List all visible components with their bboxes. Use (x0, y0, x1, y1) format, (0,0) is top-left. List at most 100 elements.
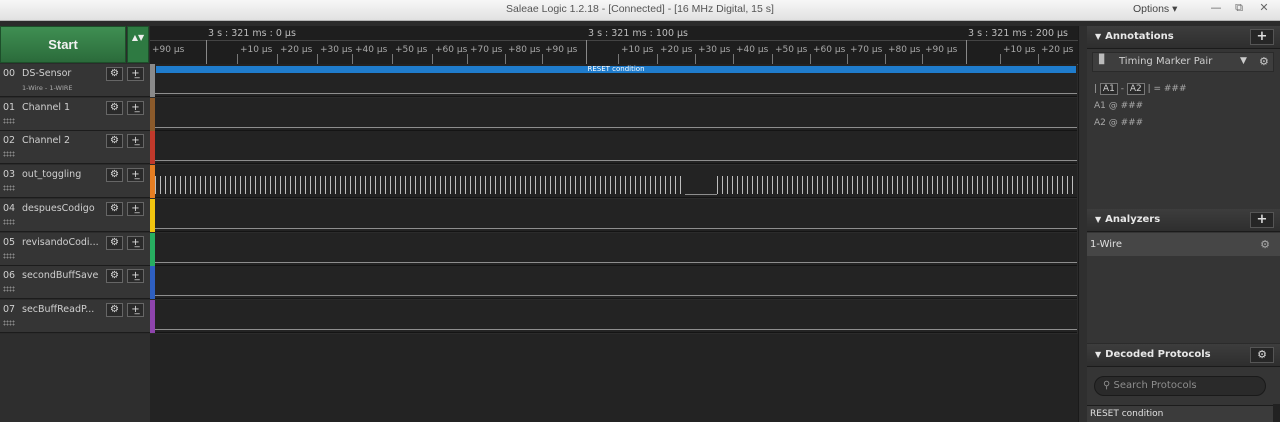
channel-waveform[interactable] (155, 165, 1077, 199)
channel-row[interactable]: 07 secBuffReadP... ⚙ +̲ (0, 299, 150, 333)
channel-row[interactable]: 04 despuesCodigo ⚙ +̲ (0, 198, 150, 232)
channel-row[interactable]: 00 DS-Sensor 1-Wire - 1-WIRE ⚙ +̲ (0, 64, 150, 97)
channel-row[interactable]: 06 secondBuffSave ⚙ +̲ (0, 266, 150, 300)
ruler-minor-tick (317, 54, 318, 64)
channel-number: 02 (3, 135, 16, 147)
channel-number: 06 (3, 270, 16, 282)
timing-marker-pair[interactable]: ▊ Timing Marker Pair ▼ ⚙ (1092, 52, 1274, 72)
channel-gear-icon[interactable]: ⚙ (106, 235, 123, 250)
drag-handle-icon[interactable] (3, 185, 15, 192)
trigger-edge-icon[interactable]: +̲ (127, 235, 144, 250)
signal-low-line (155, 93, 1077, 94)
channel-gear-icon[interactable]: ⚙ (106, 201, 123, 216)
decoded-protocols-header[interactable]: ▼ Decoded Protocols ⚙ (1087, 344, 1280, 367)
channel-number: 03 (3, 169, 16, 181)
close-icon[interactable]: ✕ (1253, 1, 1275, 17)
drag-handle-icon[interactable] (3, 252, 15, 259)
drag-handle-icon[interactable] (3, 218, 15, 225)
channel-gear-icon[interactable]: ⚙ (106, 269, 123, 284)
trigger-edge-icon[interactable]: +̲ (127, 168, 144, 183)
ruler-minor-label: +40 µs (736, 45, 769, 55)
channel-waveform[interactable] (155, 97, 1077, 131)
analyzer-item-1-wire[interactable]: 1-Wire ⚙ (1087, 233, 1280, 256)
channel-number: 00 (3, 68, 16, 79)
drag-handle-icon[interactable] (3, 286, 15, 293)
signal-low-line (155, 328, 1077, 330)
add-analyzer-button[interactable]: + (1250, 212, 1274, 228)
options-menu[interactable]: Options ▾ (1133, 3, 1177, 15)
channel-waveform[interactable] (155, 232, 1077, 266)
ruler-minor-tick (392, 54, 393, 64)
channel-gear-icon[interactable]: ⚙ (106, 134, 123, 149)
major-tick (966, 40, 967, 64)
diff-bar: | (1094, 84, 1098, 94)
dropdown-arrow-icon[interactable]: ▼ (1240, 56, 1247, 66)
channel-name[interactable]: revisandoCodi... (22, 237, 99, 248)
drag-handle-icon[interactable] (3, 117, 15, 124)
drag-handle-icon[interactable] (3, 319, 15, 326)
channel-waveform[interactable]: RESET condition (155, 64, 1077, 97)
channel-waveform[interactable] (155, 198, 1077, 232)
ruler-minor-tick (352, 54, 353, 64)
drag-handle-icon[interactable] (3, 151, 15, 158)
channel-waveform[interactable] (155, 299, 1077, 333)
ruler-minor-tick (467, 54, 468, 64)
signal-low-line (155, 227, 1077, 229)
channel-list-empty-area (0, 334, 150, 422)
restore-icon[interactable]: ⧉ (1228, 1, 1250, 17)
channel-gear-icon[interactable]: ⚙ (106, 302, 123, 317)
channel-waveform[interactable] (155, 131, 1077, 165)
start-options-arrows-icon[interactable]: ▲▼ (127, 26, 149, 63)
decoded-scrollbar[interactable] (1273, 404, 1280, 422)
minimize-icon[interactable]: — (1205, 1, 1227, 17)
channel-gear-icon[interactable]: ⚙ (106, 67, 123, 81)
ruler-minor-label: +50 µs (775, 45, 808, 55)
channel-number: 07 (3, 303, 16, 315)
channel-name[interactable]: secBuffReadP... (22, 304, 94, 315)
channel-name[interactable]: Channel 1 (22, 102, 70, 113)
add-annotation-button[interactable]: + (1250, 29, 1274, 45)
ruler-minor-label: +90 µs (925, 45, 958, 55)
channel-name[interactable]: DS-Sensor (22, 68, 71, 79)
decoded-settings-gear-icon[interactable]: ⚙ (1250, 347, 1274, 363)
trigger-edge-icon[interactable]: +̲ (127, 134, 144, 149)
ruler-minor-tick (277, 54, 278, 64)
gear-icon[interactable]: ⚙ (1260, 233, 1270, 256)
channel-row[interactable]: 05 revisandoCodi... ⚙ +̲ (0, 232, 150, 266)
ruler-divider (150, 40, 1078, 41)
time-ruler[interactable]: 3 s : 321 ms : 0 µs 3 s : 321 ms : 100 µ… (150, 26, 1078, 65)
reset-condition-bubble[interactable]: RESET condition (156, 66, 1076, 73)
annotations-header[interactable]: ▼ Annotations + (1087, 26, 1280, 49)
channel-gear-icon[interactable]: ⚙ (106, 168, 123, 183)
trigger-edge-icon[interactable]: +̲ (127, 100, 144, 115)
channel-number: 04 (3, 202, 16, 214)
channel-name[interactable]: despuesCodigo (22, 203, 95, 214)
trigger-edge-icon[interactable]: +̲ (127, 201, 144, 216)
channel-waveform[interactable] (155, 266, 1077, 300)
channel-name[interactable]: out_toggling (22, 169, 81, 180)
waveform-scrollbar[interactable] (1078, 26, 1087, 422)
channel-row[interactable]: 01 Channel 1 ⚙ +̲ (0, 97, 150, 131)
analyzers-header[interactable]: ▼ Analyzers + (1087, 209, 1280, 232)
marker-diff-row: | A1 - A2 | = ### (1094, 83, 1187, 95)
ruler-minor-tick (618, 54, 619, 64)
signal-low-line (155, 261, 1077, 263)
ruler-minor-label: +30 µs (698, 45, 731, 55)
ruler-minor-label: +10 µs (240, 45, 273, 55)
search-protocols-input[interactable]: ⚲ Search Protocols (1094, 376, 1266, 396)
ruler-minor-tick (695, 54, 696, 64)
trigger-edge-icon[interactable]: +̲ (127, 269, 144, 284)
ruler-minor-label: +70 µs (850, 45, 883, 55)
channel-name[interactable]: Channel 2 (22, 135, 70, 146)
ruler-minor-tick (1000, 54, 1001, 64)
gear-icon[interactable]: ⚙ (1259, 55, 1269, 68)
trigger-edge-icon[interactable]: +̲ (127, 302, 144, 317)
channel-row[interactable]: 02 Channel 2 ⚙ +̲ (0, 131, 150, 165)
decoded-result-row[interactable]: RESET condition (1087, 405, 1273, 422)
start-button[interactable]: Start (0, 26, 126, 63)
channel-name[interactable]: secondBuffSave (22, 270, 98, 281)
channel-gear-icon[interactable]: ⚙ (106, 100, 123, 115)
a1-marker-line: A1 @ ### (1094, 101, 1144, 111)
channel-row[interactable]: 03 out_toggling ⚙ +̲ (0, 165, 150, 199)
trigger-edge-icon[interactable]: +̲ (127, 67, 144, 81)
